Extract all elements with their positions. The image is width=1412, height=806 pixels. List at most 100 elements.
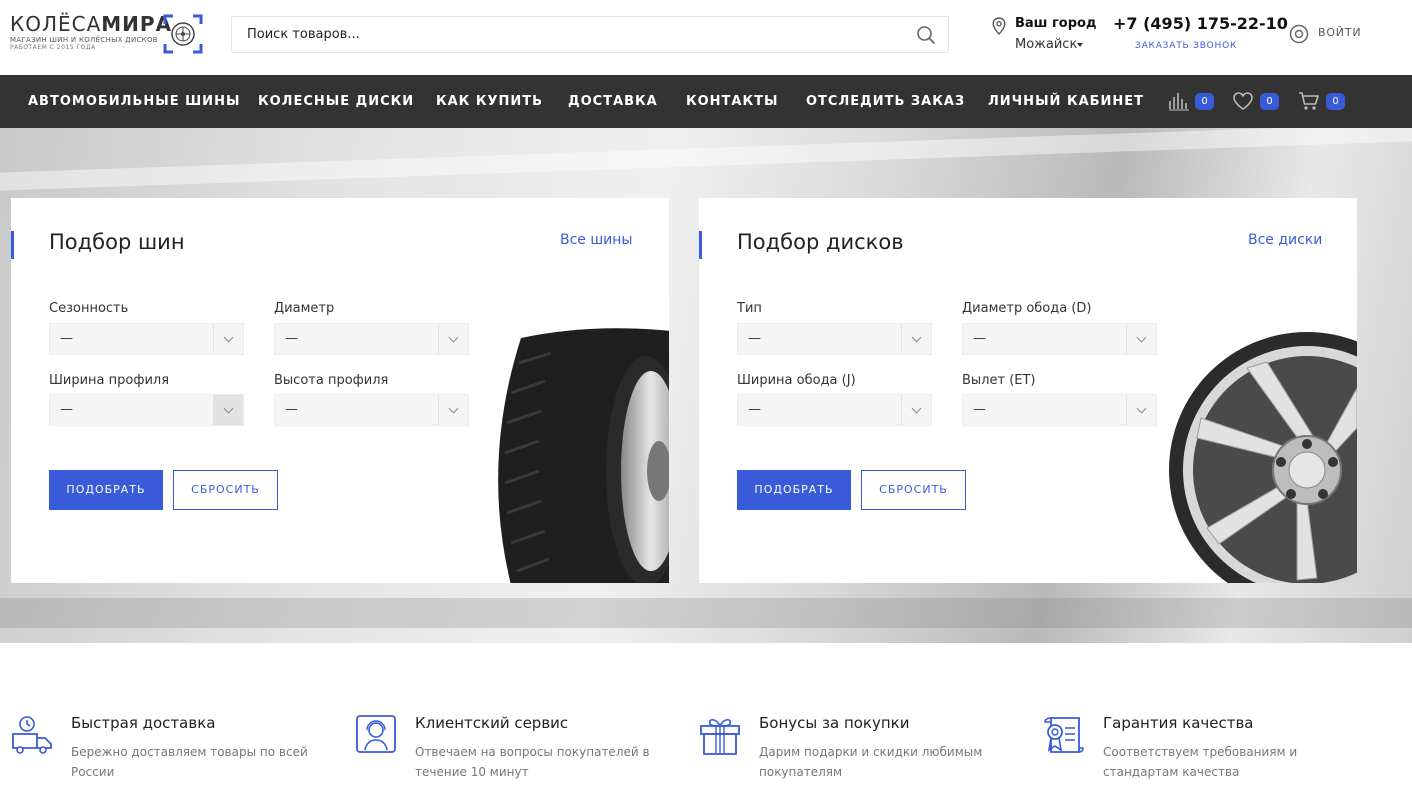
heart-icon[interactable] xyxy=(1232,91,1254,111)
nav-item-track-order[interactable]: ОТСЛЕДИТЬ ЗАКАЗ xyxy=(806,94,965,109)
favorites-count-badge: 0 xyxy=(1260,93,1279,110)
cart-icon[interactable] xyxy=(1298,91,1320,111)
profile-width-label: Ширина профиля xyxy=(49,373,170,388)
support-agent-icon xyxy=(356,715,396,753)
feature-quality-guarantee: Гарантия качества Соответствуем требован… xyxy=(1043,714,1343,794)
season-select[interactable]: — xyxy=(49,323,244,355)
gift-icon xyxy=(700,718,740,755)
location-pin-icon xyxy=(992,17,1006,35)
select-toggle[interactable] xyxy=(438,324,468,354)
select-value: — xyxy=(973,402,986,417)
all-tires-link[interactable]: Все шины xyxy=(560,232,632,248)
search-input[interactable] xyxy=(232,17,892,52)
feature-title: Быстрая доставка xyxy=(71,714,216,732)
wheel-reset-button[interactable]: СБРОСИТЬ xyxy=(861,470,966,510)
logo-tagline: МАГАЗИН ШИН И КОЛЁСНЫХ ДИСКОВ xyxy=(10,36,158,44)
select-value: — xyxy=(285,331,298,346)
hero-background-streak xyxy=(0,128,1412,191)
feature-title: Гарантия качества xyxy=(1103,714,1254,732)
user-icon[interactable] xyxy=(1289,24,1309,44)
nav-item-wheels[interactable]: КОЛЕСНЫЕ ДИСКИ xyxy=(258,94,414,109)
city-selector[interactable]: Можайск xyxy=(1015,37,1077,52)
nav-item-contacts[interactable]: КОНТАКТЫ xyxy=(686,94,778,109)
select-value: — xyxy=(60,402,73,417)
chevron-down-icon xyxy=(448,403,459,414)
feature-title: Бонусы за покупки xyxy=(759,714,910,732)
select-toggle[interactable] xyxy=(901,324,931,354)
tire-image xyxy=(498,328,669,583)
wheel-selector-title: Подбор дисков xyxy=(737,230,904,254)
request-callback-link[interactable]: ЗАКАЗАТЬ ЗВОНОК xyxy=(1135,41,1237,51)
rim-diameter-select[interactable]: — xyxy=(962,323,1157,355)
feature-text: Дарим подарки и скидки любимым покупател… xyxy=(759,745,983,779)
select-value: — xyxy=(748,331,761,346)
select-toggle[interactable] xyxy=(1126,395,1156,425)
tire-reset-button[interactable]: СБРОСИТЬ xyxy=(173,470,278,510)
offset-select[interactable]: — xyxy=(962,394,1157,426)
wheel-submit-button[interactable]: ПОДОБРАТЬ xyxy=(737,470,851,510)
diameter-select[interactable]: — xyxy=(274,323,469,355)
wheel-rim-image xyxy=(1169,332,1357,583)
compare-chart-icon[interactable] xyxy=(1168,91,1190,111)
phone-number[interactable]: +7 (495) 175-22-10 xyxy=(1113,14,1288,33)
tire-submit-button[interactable]: ПОДОБРАТЬ xyxy=(49,470,163,510)
select-toggle[interactable] xyxy=(1126,324,1156,354)
type-label: Тип xyxy=(737,301,762,316)
card-accent-bar xyxy=(11,231,14,259)
profile-height-select[interactable]: — xyxy=(274,394,469,426)
hero-section: Подбор шин Все шины Сезонность — Диаметр… xyxy=(0,128,1412,643)
feature-text: Соответствуем требованиям и стандартам к… xyxy=(1103,745,1298,779)
chevron-down-icon xyxy=(223,403,234,414)
chevron-down-icon[interactable] xyxy=(1077,43,1083,47)
feature-text: Отвечаем на вопросы покупателей в течени… xyxy=(415,745,650,779)
login-link[interactable]: ВОЙТИ xyxy=(1318,26,1361,39)
logo-since: РАБОТАЕМ С 2015 ГОДА xyxy=(10,44,96,51)
type-select[interactable]: — xyxy=(737,323,932,355)
nav-item-tires[interactable]: АВТОМОБИЛЬНЫЕ ШИНЫ xyxy=(28,94,240,109)
feature-text: Бережно доставляем товары по всей России xyxy=(71,745,308,779)
select-toggle[interactable] xyxy=(438,395,468,425)
chevron-down-icon xyxy=(911,332,922,343)
chevron-down-icon xyxy=(1136,403,1147,414)
nav-item-delivery[interactable]: ДОСТАВКА xyxy=(568,94,658,109)
chevron-down-icon xyxy=(223,332,234,343)
chevron-down-icon xyxy=(1136,332,1147,343)
offset-label: Вылет (ET) xyxy=(962,373,1036,388)
compare-count-badge: 0 xyxy=(1195,93,1214,110)
profile-width-select[interactable]: — xyxy=(49,394,244,426)
diameter-label: Диаметр xyxy=(274,301,335,316)
feature-bonuses: Бонусы за покупки Дарим подарки и скидки… xyxy=(699,714,999,794)
main-nav: АВТОМОБИЛЬНЫЕ ШИНЫ КОЛЕСНЫЕ ДИСКИ КАК КУ… xyxy=(0,75,1412,128)
feature-title: Клиентский сервис xyxy=(415,714,569,732)
search-icon[interactable] xyxy=(916,25,936,45)
hero-background-shadow xyxy=(0,598,1412,628)
site-header: КОЛЁСАМИРА МАГАЗИН ШИН И КОЛЁСНЫХ ДИСКОВ… xyxy=(0,0,1412,75)
rim-width-select[interactable]: — xyxy=(737,394,932,426)
nav-item-account[interactable]: ЛИЧНЫЙ КАБИНЕТ xyxy=(988,94,1144,109)
feature-fast-delivery: Быстрая доставка Бережно доставляем това… xyxy=(11,714,311,794)
search-bar xyxy=(231,16,949,53)
logo-title: КОЛЁСАМИРА xyxy=(10,12,173,36)
nav-item-how-to-buy[interactable]: КАК КУПИТЬ xyxy=(436,94,543,109)
delivery-truck-icon xyxy=(12,716,52,754)
select-toggle[interactable] xyxy=(901,395,931,425)
season-label: Сезонность xyxy=(49,301,129,316)
rim-diameter-label: Диаметр обода (D) xyxy=(962,301,1092,316)
select-toggle[interactable] xyxy=(213,395,243,425)
wheel-selector-card: Подбор дисков Все диски Тип — Диаметр об… xyxy=(699,198,1357,583)
cart-count-badge: 0 xyxy=(1326,93,1345,110)
select-value: — xyxy=(60,331,73,346)
chevron-down-icon xyxy=(911,403,922,414)
chevron-down-icon xyxy=(448,332,459,343)
city-label: Ваш город xyxy=(1015,16,1097,31)
all-wheels-link[interactable]: Все диски xyxy=(1248,232,1322,248)
select-value: — xyxy=(748,402,761,417)
feature-customer-service: Клиентский сервис Отвечаем на вопросы по… xyxy=(355,714,655,794)
rim-width-label: Ширина обода (J) xyxy=(737,373,856,388)
tire-selector-card: Подбор шин Все шины Сезонность — Диаметр… xyxy=(11,198,669,583)
tire-selector-title: Подбор шин xyxy=(49,230,185,254)
logo[interactable]: КОЛЁСАМИРА МАГАЗИН ШИН И КОЛЁСНЫХ ДИСКОВ… xyxy=(10,12,205,56)
select-value: — xyxy=(285,402,298,417)
card-accent-bar xyxy=(699,231,702,259)
select-toggle[interactable] xyxy=(213,324,243,354)
